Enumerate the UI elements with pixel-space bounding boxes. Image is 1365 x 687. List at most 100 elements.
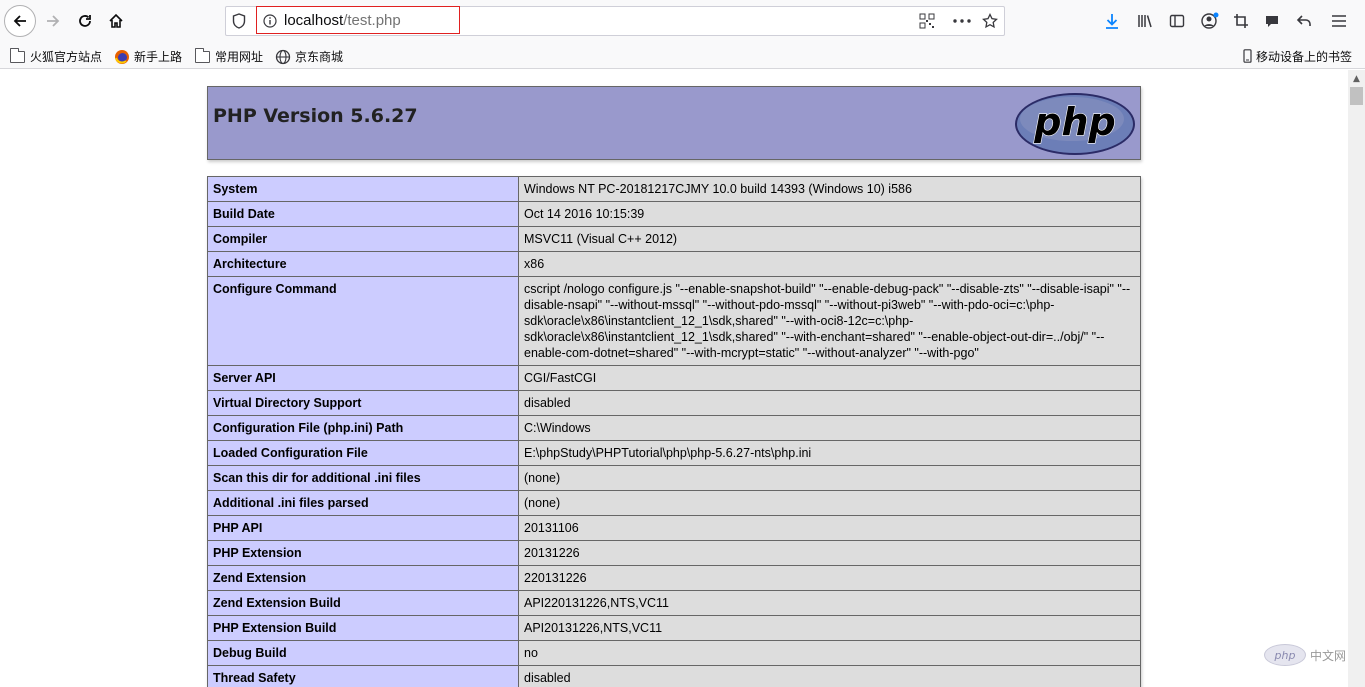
row-key: Thread Safety xyxy=(207,665,519,687)
row-key: Configuration File (php.ini) Path xyxy=(207,415,519,441)
table-row: PHP Extension Build API20131226,NTS,VC11 xyxy=(207,615,1141,641)
bookmark-item[interactable]: 常用网址 xyxy=(195,47,263,65)
downloads-icon[interactable] xyxy=(1103,12,1121,30)
row-key: PHP Extension Build xyxy=(207,615,519,641)
row-value: 220131226 xyxy=(518,565,1141,591)
screenshot-crop-icon[interactable] xyxy=(1232,12,1250,30)
row-value: API220131226,NTS,VC11 xyxy=(518,590,1141,616)
url-text[interactable]: localhost/test.php xyxy=(284,12,401,29)
row-value: MSVC11 (Visual C++ 2012) xyxy=(518,226,1141,252)
watermark-logo: php xyxy=(1264,644,1306,666)
browser-toolbar: localhost/test.php xyxy=(0,0,1365,42)
globe-icon xyxy=(275,49,291,65)
row-value: E:\phpStudy\PHPTutorial\php\php-5.6.27-n… xyxy=(518,440,1141,466)
bookmark-label: 常用网址 xyxy=(215,49,264,64)
row-value: (none) xyxy=(518,490,1141,516)
hamburger-menu-icon[interactable] xyxy=(1330,12,1348,30)
bookmark-item[interactable]: 新手上路 xyxy=(114,47,182,65)
row-key: Debug Build xyxy=(207,640,519,666)
library-icon[interactable] xyxy=(1136,12,1154,30)
php-cn-watermark: php 中文网 xyxy=(1264,643,1346,667)
row-value: x86 xyxy=(518,251,1141,277)
table-row: Thread Safety disabled xyxy=(207,665,1141,687)
table-row: Loaded Configuration File E:\phpStudy\PHP… xyxy=(207,440,1141,466)
row-key: Configure Command xyxy=(207,276,519,366)
bookmark-label: 新手上路 xyxy=(134,49,183,64)
table-row: System Windows NT PC-20181217CJMY 10.0 bu… xyxy=(207,176,1141,202)
table-row: Configure Command cscript /nologo configu… xyxy=(207,276,1141,366)
row-key: Virtual Directory Support xyxy=(207,390,519,416)
mobile-bookmarks-label: 移动设备上的书签 xyxy=(1256,49,1353,64)
row-key: Server API xyxy=(207,365,519,391)
bookmarks-toolbar: 火狐官方站点 新手上路 常用网址 京东商城 移动设备上的书签 xyxy=(0,42,1365,69)
table-row: Server API CGI/FastCGI xyxy=(207,365,1141,391)
php-logo-text: php xyxy=(1033,100,1115,144)
folder-icon xyxy=(10,48,26,63)
firefox-icon xyxy=(114,49,130,64)
tracking-protection-shield-icon[interactable] xyxy=(231,12,247,30)
page-content: PHP Version 5.6.27 php System Windows NT … xyxy=(0,70,1348,687)
vertical-scrollbar[interactable]: ▲ xyxy=(1348,70,1365,687)
url-host: localhost xyxy=(284,12,344,29)
row-key: Additional .ini files parsed xyxy=(207,490,519,516)
row-key: Zend Extension Build xyxy=(207,590,519,616)
sidebar-icon[interactable] xyxy=(1168,12,1186,30)
row-key: Loaded Configuration File xyxy=(207,440,519,466)
phpinfo-table: System Windows NT PC-20181217CJMY 10.0 bu… xyxy=(207,176,1141,687)
table-row: PHP Extension 20131226 xyxy=(207,540,1141,566)
table-row: Zend Extension 220131226 xyxy=(207,565,1141,591)
undo-arrow-icon[interactable] xyxy=(1295,12,1313,30)
back-button[interactable] xyxy=(4,5,36,37)
qr-code-icon[interactable] xyxy=(918,12,936,30)
mobile-bookmarks[interactable]: 移动设备上的书签 xyxy=(1243,47,1352,65)
forward-arrow-icon xyxy=(47,15,60,27)
row-value: cscript /nologo configure.js "--enable-s… xyxy=(518,276,1141,366)
table-row: Zend Extension Build API220131226,NTS,VC1… xyxy=(207,590,1141,616)
bookmark-label: 火狐官方站点 xyxy=(30,49,103,64)
table-row: Debug Build no xyxy=(207,640,1141,666)
mobile-device-icon xyxy=(1243,49,1253,63)
table-row: Architecture x86 xyxy=(207,251,1141,277)
row-value: disabled xyxy=(518,665,1141,687)
phpinfo-header: PHP Version 5.6.27 php xyxy=(207,86,1141,160)
scroll-up-arrow-icon[interactable]: ▲ xyxy=(1348,70,1365,87)
row-value: disabled xyxy=(518,390,1141,416)
site-info-icon[interactable] xyxy=(262,13,278,29)
row-value: no xyxy=(518,640,1141,666)
table-row: Virtual Directory Support disabled xyxy=(207,390,1141,416)
table-row: Configuration File (php.ini) Path C:\Wind… xyxy=(207,415,1141,441)
bookmark-label: 京东商城 xyxy=(295,49,344,64)
row-value: CGI/FastCGI xyxy=(518,365,1141,391)
row-key: Scan this dir for additional .ini files xyxy=(207,465,519,491)
row-key: Zend Extension xyxy=(207,565,519,591)
table-row: Compiler MSVC11 (Visual C++ 2012) xyxy=(207,226,1141,252)
reload-button[interactable] xyxy=(70,6,100,36)
php-logo: php xyxy=(1015,93,1135,155)
forward-button[interactable] xyxy=(38,6,68,36)
url-path: /test.php xyxy=(343,12,401,29)
table-row: Additional .ini files parsed (none) xyxy=(207,490,1141,516)
bookmark-star-icon[interactable] xyxy=(981,12,999,30)
row-key: System xyxy=(207,176,519,202)
table-row: PHP API 20131106 xyxy=(207,515,1141,541)
home-button[interactable] xyxy=(101,6,131,36)
row-value: (none) xyxy=(518,465,1141,491)
table-row: Scan this dir for additional .ini files(… xyxy=(207,465,1141,491)
watermark-text: 中文网 xyxy=(1310,648,1347,663)
row-key: Compiler xyxy=(207,226,519,252)
bookmark-item[interactable]: 火狐官方站点 xyxy=(10,47,102,65)
page-title: PHP Version 5.6.27 xyxy=(213,105,418,127)
back-arrow-icon xyxy=(13,15,26,27)
row-value: C:\Windows xyxy=(518,415,1141,441)
row-key: Build Date xyxy=(207,201,519,227)
chat-bubble-icon[interactable] xyxy=(1263,12,1281,30)
row-key: Architecture xyxy=(207,251,519,277)
row-value: 20131226 xyxy=(518,540,1141,566)
row-value: 20131106 xyxy=(518,515,1141,541)
scroll-thumb[interactable] xyxy=(1350,87,1363,105)
home-icon xyxy=(109,13,123,28)
page-actions-menu-icon[interactable] xyxy=(952,12,972,30)
row-key: PHP Extension xyxy=(207,540,519,566)
bookmark-item[interactable]: 京东商城 xyxy=(275,47,343,65)
account-icon[interactable] xyxy=(1200,11,1220,31)
